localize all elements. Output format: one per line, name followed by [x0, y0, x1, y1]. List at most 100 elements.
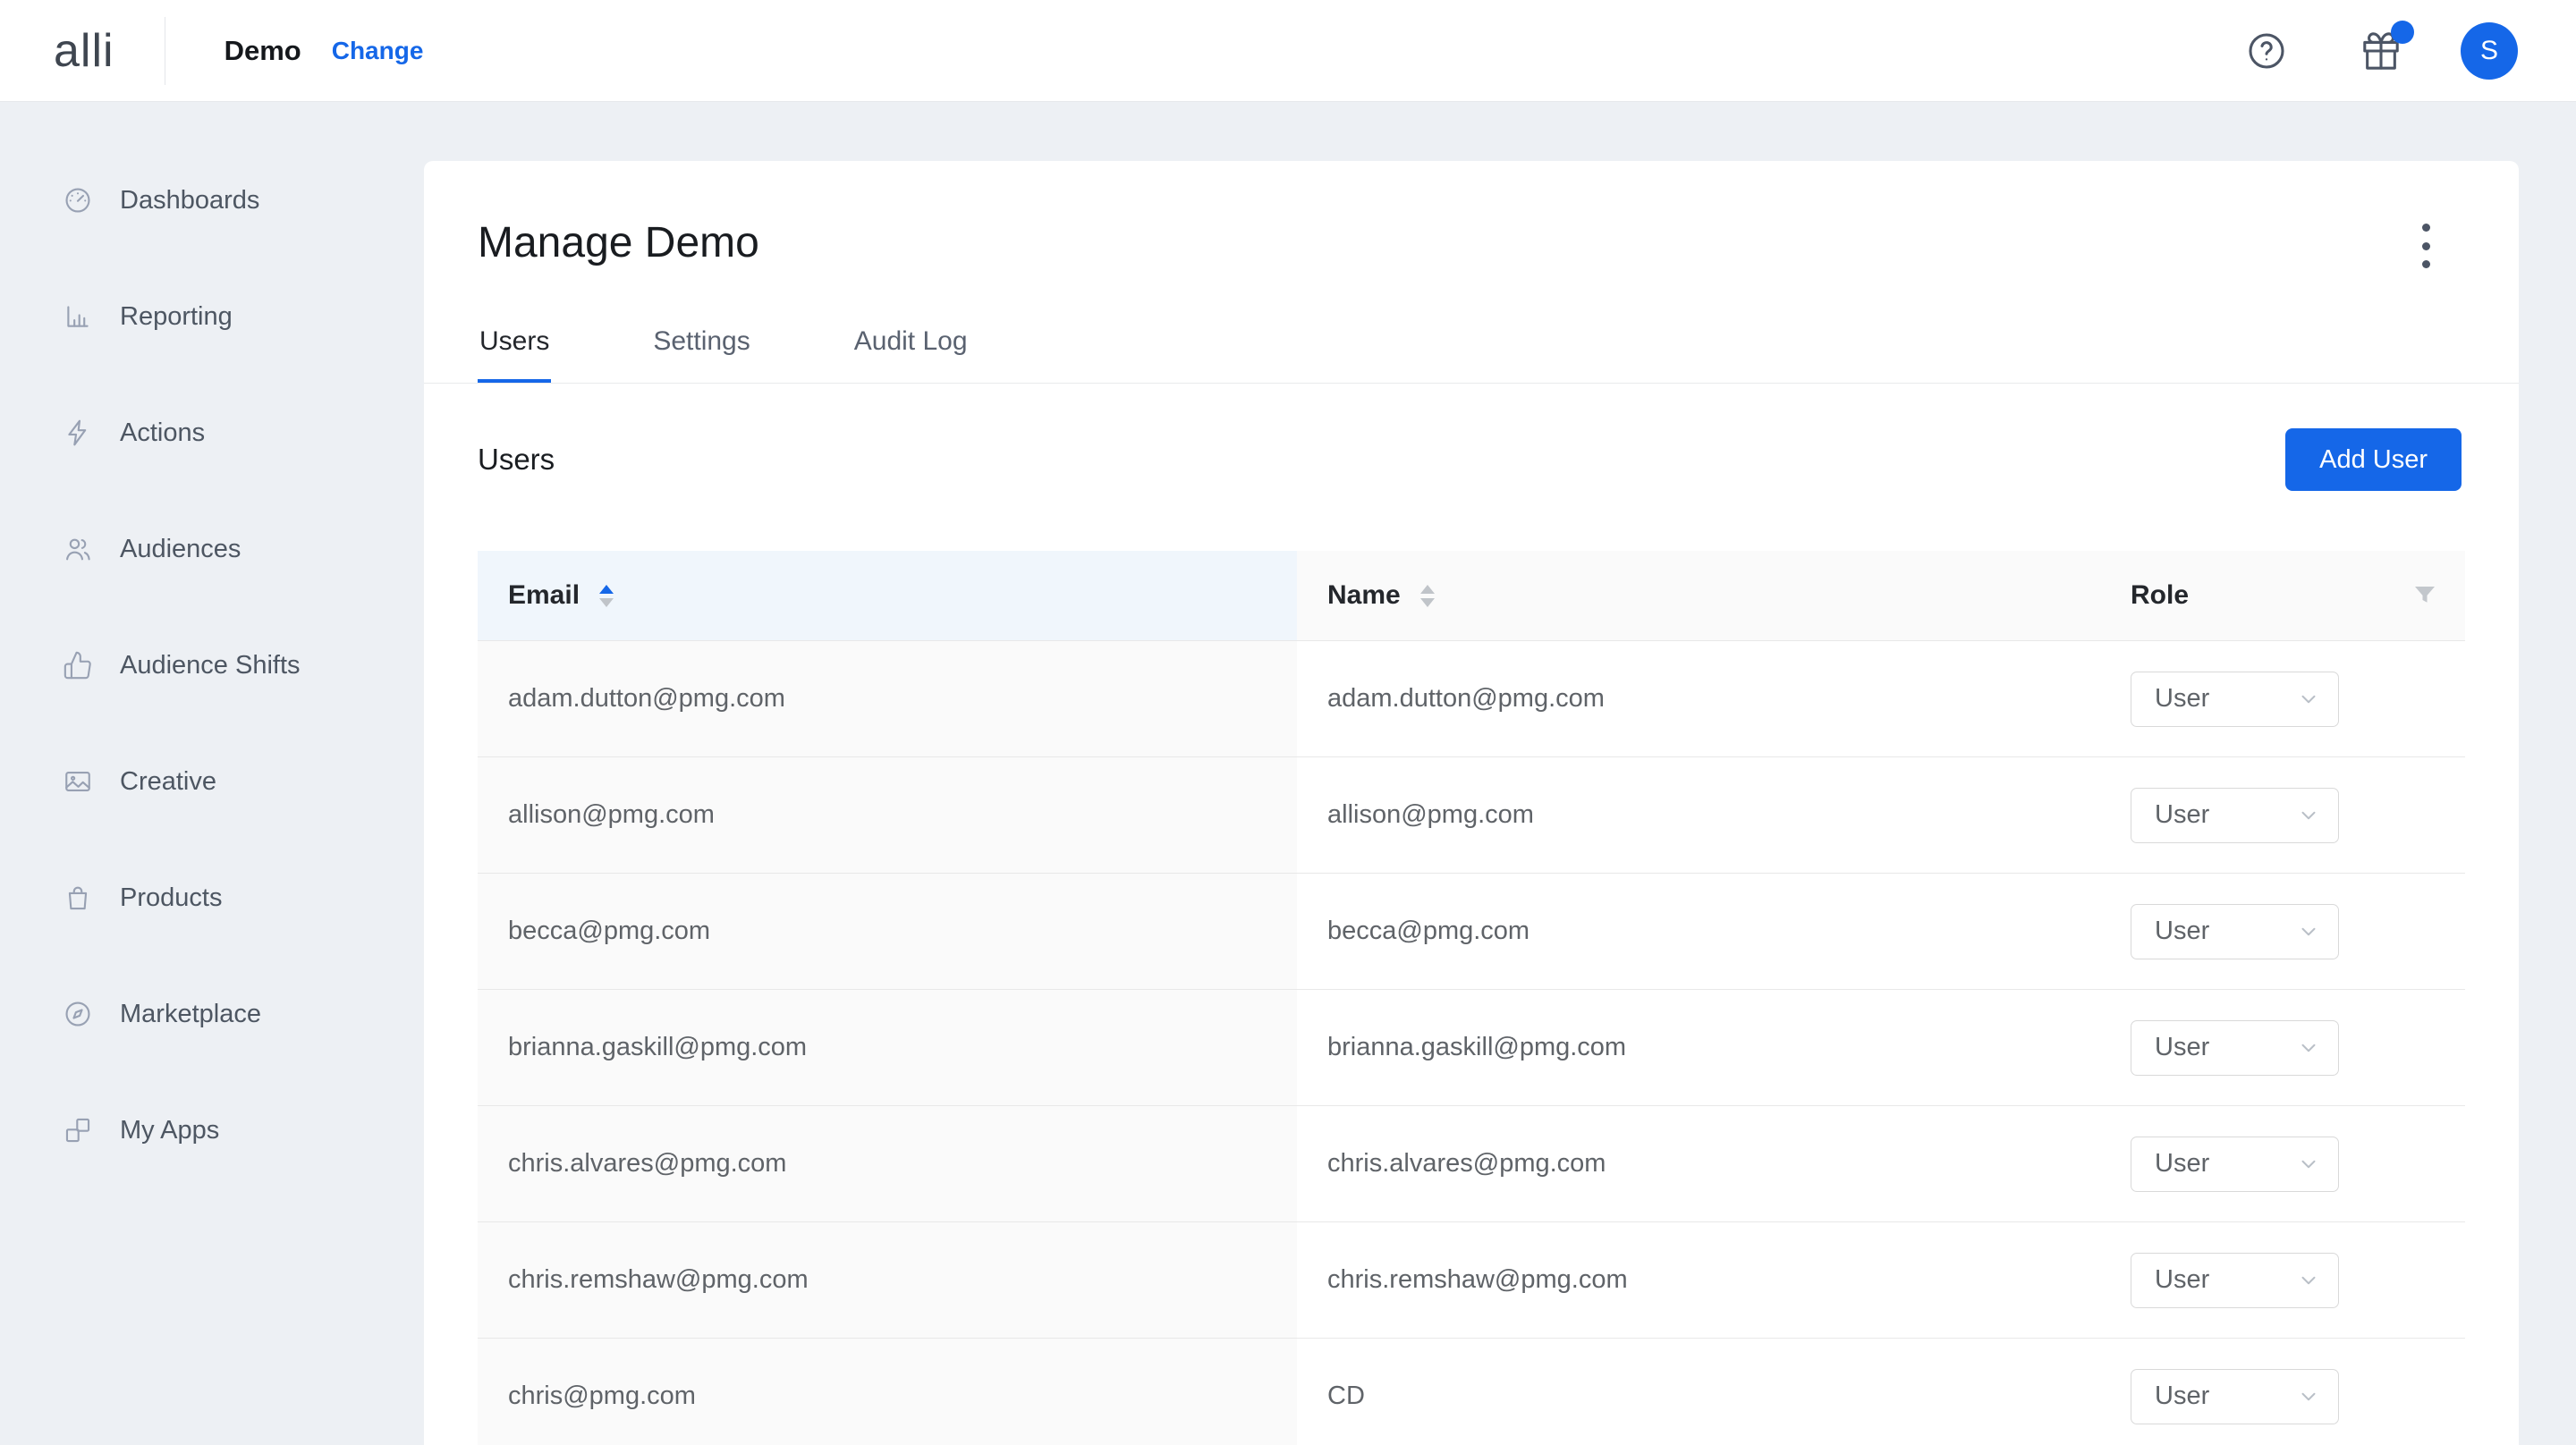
change-client-link[interactable]: Change: [332, 37, 424, 65]
gift-icon[interactable]: [2359, 29, 2403, 73]
email-cell: adam.dutton@pmg.com: [478, 641, 1297, 756]
role-select[interactable]: User: [2131, 788, 2339, 843]
sidebar-item-reporting[interactable]: Reporting: [0, 258, 424, 375]
email-cell: chris.alvares@pmg.com: [478, 1106, 1297, 1221]
sidebar-item-my-apps[interactable]: My Apps: [0, 1072, 424, 1188]
shopping-bag-icon: [63, 883, 93, 913]
kebab-menu-icon[interactable]: [2408, 222, 2444, 270]
card-header: Manage Demo: [424, 161, 2519, 265]
tab-users[interactable]: Users: [478, 325, 551, 383]
name-cell: adam.dutton@pmg.com: [1297, 641, 2100, 756]
role-cell: User: [2100, 874, 2465, 989]
chevron-down-icon: [2297, 1153, 2320, 1176]
add-user-button[interactable]: Add User: [2285, 428, 2462, 491]
thumbs-up-icon: [63, 650, 93, 680]
role-value: User: [2155, 800, 2209, 830]
sidebar-item-dashboards[interactable]: Dashboards: [0, 142, 424, 258]
name-cell: brianna.gaskill@pmg.com: [1297, 990, 2100, 1105]
role-cell: User: [2100, 641, 2465, 756]
sidebar-item-audience-shifts[interactable]: Audience Shifts: [0, 607, 424, 723]
email-cell: chris@pmg.com: [478, 1339, 1297, 1445]
sidebar-item-label: Actions: [120, 418, 205, 448]
lightning-icon: [63, 418, 93, 448]
role-cell: User: [2100, 1106, 2465, 1221]
column-header-email[interactable]: Email: [478, 551, 1297, 640]
sidebar-item-products[interactable]: Products: [0, 840, 424, 956]
filter-icon[interactable]: [2411, 582, 2438, 609]
sidebar-item-marketplace[interactable]: Marketplace: [0, 956, 424, 1072]
manage-card: Manage Demo Users Settings Audit Log Users…: [424, 161, 2519, 1445]
sidebar-item-label: Reporting: [120, 302, 233, 332]
email-cell: becca@pmg.com: [478, 874, 1297, 989]
table-row: chris@pmg.com CD User: [478, 1339, 2465, 1445]
table-row: chris.alvares@pmg.com chris.alvares@pmg.…: [478, 1106, 2465, 1222]
role-cell: User: [2100, 990, 2465, 1105]
role-value: User: [2155, 1382, 2209, 1411]
image-icon: [63, 766, 93, 797]
topbar: alli Demo Change S: [0, 0, 2576, 102]
email-cell: chris.remshaw@pmg.com: [478, 1222, 1297, 1338]
role-value: User: [2155, 1033, 2209, 1062]
bar-chart-icon: [63, 301, 93, 332]
notification-dot: [2391, 21, 2414, 44]
name-cell: chris.remshaw@pmg.com: [1297, 1222, 2100, 1338]
chevron-down-icon: [2297, 688, 2320, 711]
role-select[interactable]: User: [2131, 1137, 2339, 1192]
email-cell: allison@pmg.com: [478, 757, 1297, 873]
section-title: Users: [478, 443, 555, 477]
users-section-header: Users Add User: [424, 428, 2519, 491]
role-select[interactable]: User: [2131, 904, 2339, 959]
name-cell: CD: [1297, 1339, 2100, 1445]
topbar-actions: S: [2246, 22, 2518, 80]
sidebar-item-audiences[interactable]: Audiences: [0, 491, 424, 607]
email-cell: brianna.gaskill@pmg.com: [478, 990, 1297, 1105]
role-cell: User: [2100, 757, 2465, 873]
sidebar-item-label: Creative: [120, 767, 216, 797]
role-cell: User: [2100, 1222, 2465, 1338]
chevron-down-icon: [2297, 920, 2320, 943]
alli-logo[interactable]: alli: [54, 28, 114, 74]
role-value: User: [2155, 1265, 2209, 1295]
role-select[interactable]: User: [2131, 1369, 2339, 1424]
table-header-row: Email Name Role: [478, 551, 2465, 641]
apps-icon: [63, 1115, 93, 1145]
role-select[interactable]: User: [2131, 1253, 2339, 1308]
gauge-icon: [63, 185, 93, 215]
tab-audit-log[interactable]: Audit Log: [852, 325, 970, 383]
chevron-down-icon: [2297, 1036, 2320, 1060]
tab-settings[interactable]: Settings: [651, 325, 751, 383]
compass-icon: [63, 999, 93, 1029]
table-row: brianna.gaskill@pmg.com brianna.gaskill@…: [478, 990, 2465, 1106]
role-select[interactable]: User: [2131, 1020, 2339, 1076]
sidebar-nav: Dashboards Reporting Actions Audiences A…: [0, 102, 424, 1445]
chevron-down-icon: [2297, 1269, 2320, 1292]
column-header-name[interactable]: Name: [1297, 551, 2100, 640]
chevron-down-icon: [2297, 1385, 2320, 1408]
role-value: User: [2155, 917, 2209, 946]
table-body: adam.dutton@pmg.com adam.dutton@pmg.com …: [478, 641, 2465, 1445]
client-name: Demo: [225, 35, 301, 67]
name-cell: chris.alvares@pmg.com: [1297, 1106, 2100, 1221]
sidebar-item-label: Marketplace: [120, 1000, 261, 1029]
table-row: allison@pmg.com allison@pmg.com User: [478, 757, 2465, 874]
sidebar-item-label: Dashboards: [120, 186, 259, 215]
tab-bar: Users Settings Audit Log: [424, 325, 2519, 384]
role-value: User: [2155, 1149, 2209, 1179]
role-value: User: [2155, 684, 2209, 714]
sidebar-item-label: Audience Shifts: [120, 651, 301, 680]
avatar[interactable]: S: [2461, 22, 2518, 80]
sidebar-item-creative[interactable]: Creative: [0, 723, 424, 840]
name-cell: becca@pmg.com: [1297, 874, 2100, 989]
column-header-role: Role: [2100, 551, 2465, 640]
sidebar-item-label: Products: [120, 883, 222, 913]
role-cell: User: [2100, 1339, 2465, 1445]
chevron-down-icon: [2297, 804, 2320, 827]
sidebar-item-actions[interactable]: Actions: [0, 375, 424, 491]
users-table: Email Name Role adam.dutton@pmg.com adam…: [478, 551, 2465, 1445]
table-row: becca@pmg.com becca@pmg.com User: [478, 874, 2465, 990]
role-select[interactable]: User: [2131, 672, 2339, 727]
sidebar-item-label: My Apps: [120, 1116, 219, 1145]
people-icon: [63, 534, 93, 564]
sort-carets-icon: [599, 585, 614, 607]
help-icon[interactable]: [2246, 30, 2287, 72]
